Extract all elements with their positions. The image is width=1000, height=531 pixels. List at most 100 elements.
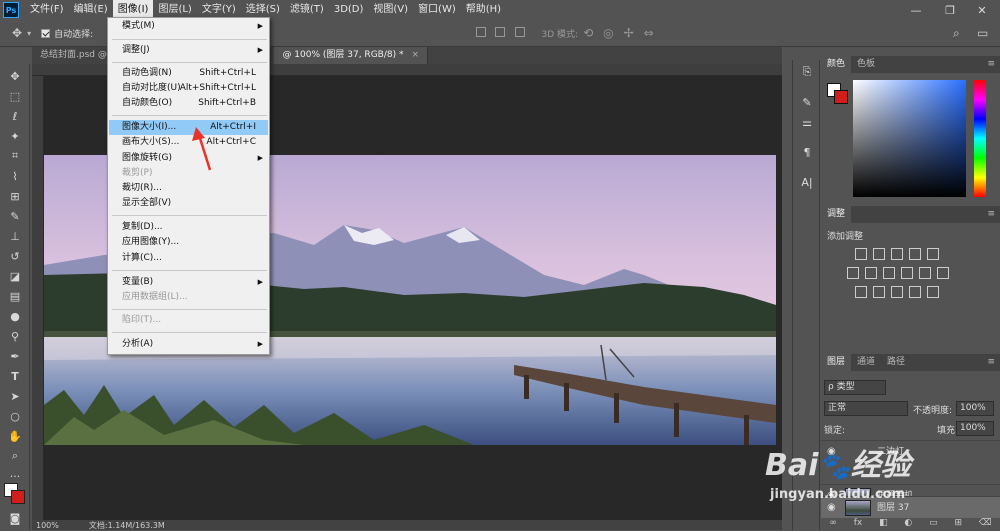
tab-adjustments[interactable]: 调整 <box>821 206 852 223</box>
tab-color[interactable]: 颜色 <box>821 56 852 73</box>
background-swatch[interactable] <box>834 90 848 104</box>
gradient-map-icon[interactable] <box>909 286 921 298</box>
marquee-tool-icon[interactable]: ⬚ <box>7 88 23 104</box>
type-tool-icon[interactable]: T <box>7 368 23 384</box>
hue-saturation-icon[interactable] <box>847 267 859 279</box>
vibrance-icon[interactable] <box>927 248 939 260</box>
menu-item-apply-image[interactable]: 应用图像(Y)... <box>109 235 268 250</box>
tab-document-active[interactable]: @ 100% (图层 37, RGB/8) * × <box>274 47 429 64</box>
exposure-icon[interactable] <box>909 248 921 260</box>
hue-slider[interactable] <box>974 80 986 197</box>
new-group-icon[interactable]: ▭ <box>929 518 938 530</box>
3d-roll-icon[interactable]: ◎ <box>603 26 613 40</box>
close-tab-icon[interactable]: × <box>411 50 419 60</box>
close-window-button[interactable]: ✕ <box>966 0 998 20</box>
auto-select-checkbox[interactable] <box>41 28 51 38</box>
character-panel-icon[interactable]: A| <box>799 174 815 190</box>
hand-tool-icon[interactable]: ✋ <box>7 428 23 444</box>
restore-button[interactable]: ❐ <box>934 0 966 20</box>
channel-mixer-icon[interactable] <box>919 267 931 279</box>
selective-color-icon[interactable] <box>927 286 939 298</box>
menu-item-trim[interactable]: 裁切(R)... <box>109 181 268 196</box>
minimize-button[interactable]: — <box>900 0 932 20</box>
panel-menu-icon[interactable]: ≡ <box>987 206 995 223</box>
more-tools-icon[interactable]: ··· <box>7 468 23 484</box>
menu-item-duplicate[interactable]: 复制(D)... <box>109 220 268 235</box>
menu-help[interactable]: 帮助(H) <box>461 0 506 20</box>
blend-mode-select[interactable]: 正常 <box>824 401 908 416</box>
black-white-icon[interactable] <box>883 267 895 279</box>
move-tool-icon[interactable]: ✥ <box>12 26 22 40</box>
properties-panel-icon[interactable]: ⚌ <box>799 114 815 130</box>
photo-filter-icon[interactable] <box>901 267 913 279</box>
3d-pan-icon[interactable]: ✢ <box>624 26 634 40</box>
menu-item-canvas-size[interactable]: 画布大小(S)... Alt+Ctrl+C <box>109 135 268 150</box>
brush-tool-icon[interactable]: ✎ <box>7 208 23 224</box>
search-icon[interactable]: ⌕ <box>953 26 960 41</box>
menu-item-trap[interactable]: 陷印(T)... <box>109 313 268 328</box>
magic-wand-icon[interactable]: ✦ <box>7 128 23 144</box>
paragraph-panel-icon[interactable]: ¶ <box>799 144 815 160</box>
posterize-icon[interactable] <box>873 286 885 298</box>
menu-item-adjustments[interactable]: 调整(J) ▶ <box>109 43 268 58</box>
menu-item-analysis[interactable]: 分析(A) ▶ <box>109 337 268 352</box>
menu-item-image-size[interactable]: 图像大小(I)... Alt+Ctrl+I <box>109 120 268 135</box>
3d-slide-icon[interactable]: ⇔ <box>644 26 654 40</box>
gradient-tool-icon[interactable]: ▤ <box>7 288 23 304</box>
align-left-icon[interactable] <box>476 26 487 37</box>
brush-settings-icon[interactable]: ✎ <box>799 94 815 110</box>
delete-layer-icon[interactable]: ⌫ <box>979 518 992 530</box>
menu-window[interactable]: 窗口(W) <box>413 0 461 20</box>
menu-item-image-rotation[interactable]: 图像旋转(G) ▶ <box>109 151 268 166</box>
menu-filter[interactable]: 滤镜(T) <box>285 0 329 20</box>
menu-item-apply-data-set[interactable]: 应用数据组(L)... <box>109 290 268 305</box>
menu-3d[interactable]: 3D(D) <box>329 0 369 20</box>
dodge-tool-icon[interactable]: ⚲ <box>7 328 23 344</box>
history-brush-icon[interactable]: ↺ <box>7 248 23 264</box>
menu-item-auto-color[interactable]: 自动颜色(O) Shift+Ctrl+B <box>109 96 268 111</box>
fill-input[interactable]: 100% <box>956 421 994 436</box>
align-center-icon[interactable] <box>495 26 506 37</box>
zoom-level[interactable]: 100% <box>36 521 59 530</box>
color-lookup-icon[interactable] <box>937 267 949 279</box>
fx-icon[interactable]: fx <box>854 518 863 530</box>
new-adjustment-icon[interactable]: ◐ <box>904 518 912 530</box>
path-select-icon[interactable]: ➤ <box>7 388 23 404</box>
layer-filter-select[interactable]: ρ 类型 <box>824 380 886 395</box>
history-panel-icon[interactable]: ⎘ <box>799 64 815 80</box>
zoom-tool-icon[interactable]: ⌕ <box>7 448 23 464</box>
invert-icon[interactable] <box>855 286 867 298</box>
menu-file[interactable]: 文件(F) <box>25 0 69 20</box>
tab-swatches[interactable]: 色板 <box>851 56 881 73</box>
new-layer-icon[interactable]: ⊞ <box>954 518 962 530</box>
link-layers-icon[interactable]: ∞ <box>829 518 837 530</box>
move-tool-icon[interactable]: ✥ <box>7 68 23 84</box>
panel-menu-icon[interactable]: ≡ <box>987 56 995 73</box>
lasso-tool-icon[interactable]: ℓ <box>7 108 23 124</box>
pen-tool-icon[interactable]: ✒ <box>7 348 23 364</box>
menu-item-auto-tone[interactable]: 自动色调(N) Shift+Ctrl+L <box>109 66 268 81</box>
stamp-tool-icon[interactable]: ⊥ <box>7 228 23 244</box>
tab-layers[interactable]: 图层 <box>821 354 852 371</box>
curves-icon[interactable] <box>891 248 903 260</box>
tab-channels[interactable]: 通道 <box>851 354 881 371</box>
shape-tool-icon[interactable]: ○ <box>7 408 23 424</box>
color-field[interactable] <box>853 80 966 197</box>
background-color-swatch[interactable] <box>11 490 25 504</box>
quick-mask-icon[interactable]: ◙ <box>7 510 23 526</box>
eraser-tool-icon[interactable]: ◪ <box>7 268 23 284</box>
panel-menu-icon[interactable]: ≡ <box>987 354 995 371</box>
opacity-input[interactable]: 100% <box>956 401 994 416</box>
blur-tool-icon[interactable]: ● <box>7 308 23 324</box>
threshold-icon[interactable] <box>891 286 903 298</box>
menu-item-calculations[interactable]: 计算(C)... <box>109 251 268 266</box>
tab-paths[interactable]: 路径 <box>881 354 911 371</box>
menu-item-auto-contrast[interactable]: 自动对比度(U) Alt+Shift+Ctrl+L <box>109 81 268 96</box>
menu-item-reveal-all[interactable]: 显示全部(V) <box>109 196 268 211</box>
chevron-down-icon[interactable]: ▾ <box>27 29 31 38</box>
menu-item-crop[interactable]: 裁剪(P) <box>109 166 268 181</box>
brightness-icon[interactable] <box>855 248 867 260</box>
crop-tool-icon[interactable]: ⌗ <box>7 148 23 164</box>
menu-item-mode[interactable]: 模式(M) ▶ <box>109 19 268 34</box>
add-mask-icon[interactable]: ◧ <box>879 518 888 530</box>
